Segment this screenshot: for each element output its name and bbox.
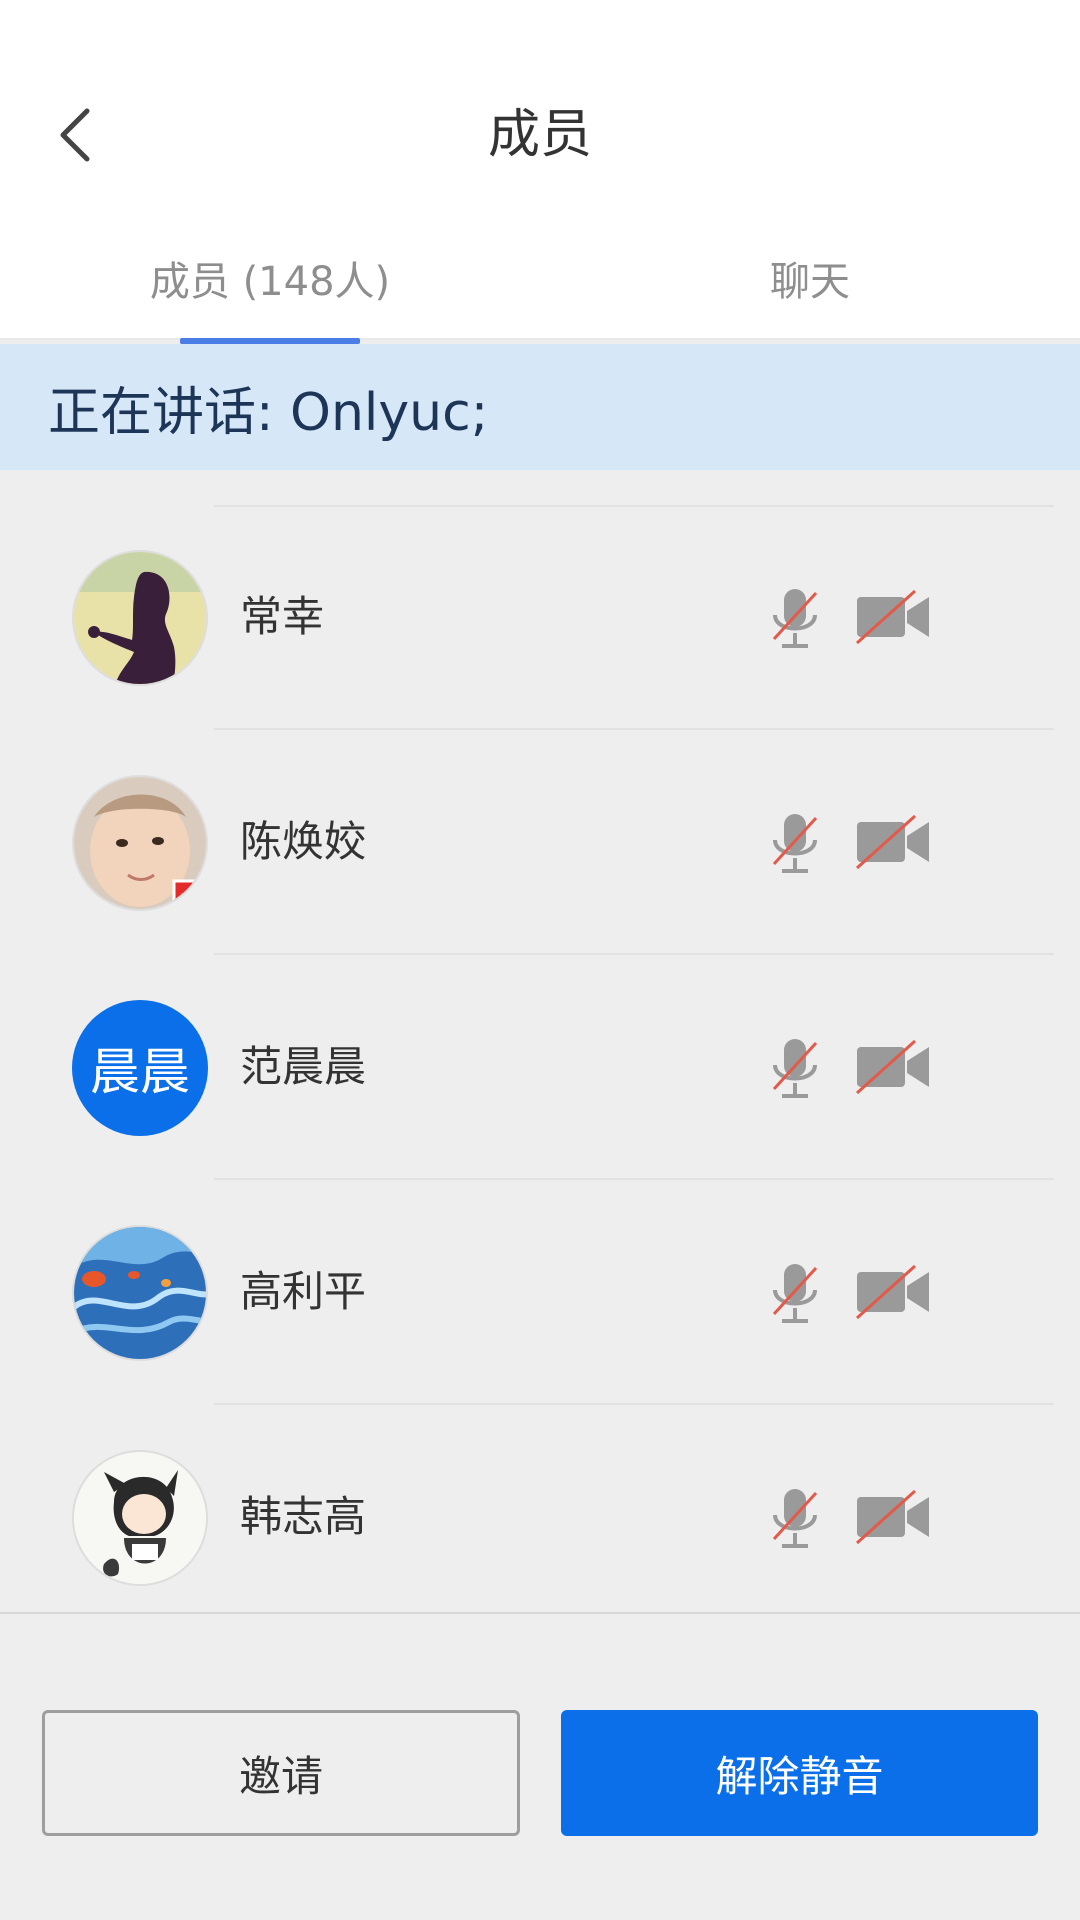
- invite-button[interactable]: 邀请: [42, 1710, 520, 1836]
- unmute-button[interactable]: 解除静音: [561, 1710, 1038, 1836]
- member-name: 常幸: [240, 592, 325, 641]
- camera-off-icon[interactable]: [855, 1487, 931, 1547]
- member-row[interactable]: 常幸: [0, 505, 1080, 730]
- members-screen: 成员 成员 (148人) 聊天 正在讲话: Onlyuc; 常幸 ★ 陈焕姣 晨…: [0, 0, 1080, 1920]
- member-name: 高利平: [240, 1267, 367, 1316]
- camera-off-icon[interactable]: [855, 1262, 931, 1322]
- header-divider: [0, 338, 1080, 340]
- avatar: ★: [72, 775, 208, 911]
- camera-off-icon[interactable]: [855, 587, 931, 647]
- mic-muted-icon[interactable]: [760, 1258, 830, 1328]
- avatar: [72, 1225, 208, 1361]
- mic-muted-icon[interactable]: [760, 1033, 830, 1103]
- avatar: [72, 1450, 208, 1586]
- member-name: 范晨晨: [240, 1042, 367, 1091]
- member-row[interactable]: ★ 陈焕姣: [0, 730, 1080, 955]
- camera-off-icon[interactable]: [855, 812, 931, 872]
- mic-muted-icon[interactable]: [760, 583, 830, 653]
- tab-chat[interactable]: 聊天: [705, 250, 915, 314]
- mic-muted-icon[interactable]: [760, 1483, 830, 1553]
- member-row[interactable]: 晨晨 范晨晨: [0, 955, 1080, 1180]
- mic-muted-icon[interactable]: [760, 808, 830, 878]
- footer-divider: [0, 1612, 1080, 1614]
- avatar: [72, 550, 208, 686]
- page-title: 成员: [487, 105, 592, 165]
- header: 成员 成员 (148人) 聊天: [0, 0, 1080, 344]
- tab-members[interactable]: 成员 (148人): [130, 250, 410, 314]
- member-row[interactable]: 高利平: [0, 1180, 1080, 1405]
- member-row[interactable]: 韩志高: [0, 1405, 1080, 1630]
- member-list: 常幸 ★ 陈焕姣 晨晨 范晨晨 高利平 韩志高: [0, 505, 1080, 1630]
- member-name: 韩志高: [240, 1492, 367, 1541]
- svg-text:★: ★: [180, 888, 191, 902]
- speaking-banner: 正在讲话: Onlyuc;: [0, 344, 1080, 470]
- avatar: 晨晨: [72, 1000, 208, 1136]
- camera-off-icon[interactable]: [855, 1037, 931, 1097]
- member-name: 陈焕姣: [240, 817, 367, 866]
